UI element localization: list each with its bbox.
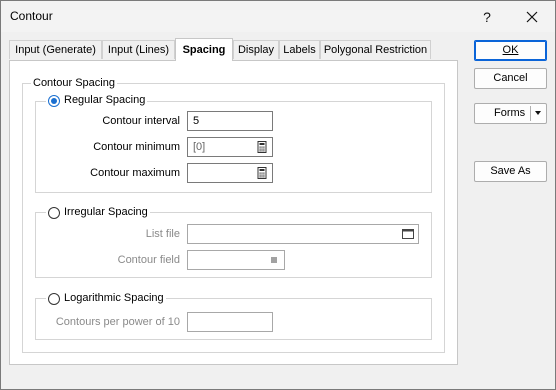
save-as-button-label: Save As [490,165,531,177]
tab-polygonal-restriction[interactable]: Polygonal Restriction [320,40,431,59]
save-as-button[interactable]: Save As [474,161,547,182]
logarithmic-spacing-legend: Logarithmic Spacing [46,292,166,304]
regular-spacing-label: Regular Spacing [64,94,146,106]
contours-per-power-input[interactable] [187,312,273,332]
contour-minimum-label: Contour minimum [93,141,180,153]
list-file-input[interactable] [187,224,419,244]
close-icon [526,11,538,23]
ok-button[interactable]: OK [474,40,547,61]
browse-window-icon[interactable] [402,228,414,240]
contour-minimum-value: [0] [193,141,206,153]
list-file-label: List file [145,228,180,240]
close-button[interactable] [512,5,552,29]
ok-button-label: OK [502,44,519,56]
calculator-icon[interactable] [256,167,268,179]
contour-interval-label: Contour interval [102,115,180,127]
logarithmic-spacing-label: Logarithmic Spacing [64,292,164,304]
contour-spacing-title: Contour Spacing [31,77,117,89]
contour-field-label: Contour field [117,254,180,266]
irregular-spacing-legend: Irregular Spacing [46,206,150,218]
irregular-spacing-label: Irregular Spacing [64,206,148,218]
forms-button[interactable]: Forms [474,103,547,124]
calculator-icon[interactable] [256,141,268,153]
irregular-spacing-radio[interactable] [48,207,60,219]
regular-spacing-legend: Regular Spacing [46,94,148,106]
forms-button-label: Forms [494,107,526,119]
forms-separator [530,106,531,121]
contour-maximum-label: Contour maximum [90,167,180,179]
regular-spacing-radio[interactable] [48,95,60,107]
window-title: Contour [10,9,53,23]
tab-input-lines[interactable]: Input (Lines) [102,40,175,59]
help-button[interactable]: ? [467,5,507,29]
list-icon[interactable] [268,254,280,266]
contour-minimum-input[interactable]: [0] [187,137,273,157]
contour-dialog: Contour ? Input (Generate) Input (Lines)… [0,0,556,390]
cancel-button[interactable]: Cancel [474,68,547,89]
contour-field-select[interactable] [187,250,285,270]
contour-interval-input[interactable]: 5 [187,111,273,131]
title-bar: Contour ? [1,1,555,32]
chevron-down-icon[interactable] [535,111,541,115]
cancel-button-label: Cancel [493,72,528,84]
contour-maximum-input[interactable] [187,163,273,183]
contours-per-power-label: Contours per power of 10 [55,316,180,328]
tab-input-generate[interactable]: Input (Generate) [9,40,102,59]
tab-display[interactable]: Display [233,40,279,59]
contour-interval-value: 5 [193,115,200,127]
logarithmic-spacing-radio[interactable] [48,293,60,305]
tab-spacing[interactable]: Spacing [175,38,233,61]
spacing-panel: Contour Spacing Regular Spacing Contour … [9,60,458,365]
tab-labels[interactable]: Labels [279,40,320,59]
